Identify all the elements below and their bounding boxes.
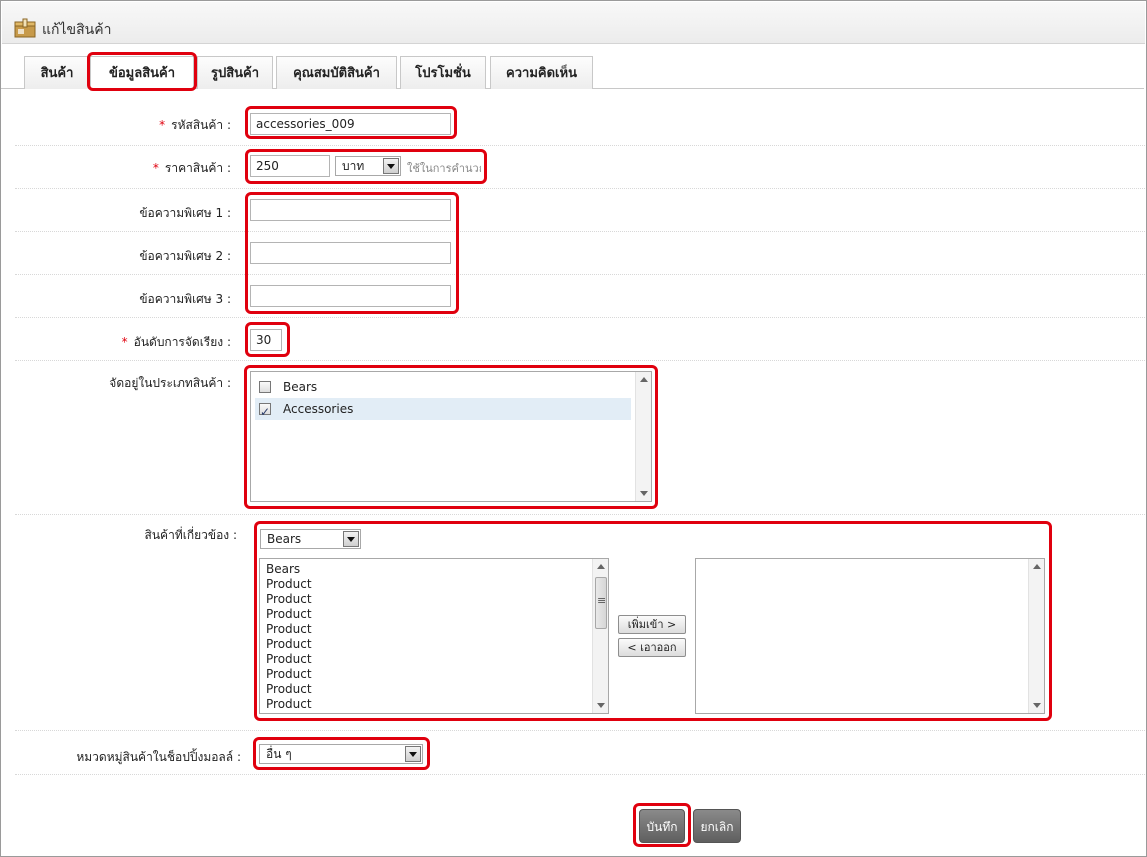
special3-label: ข้อความพิเศษ 3 : [139, 292, 231, 306]
divider [15, 188, 1145, 189]
categories-label: จัดอยู่ในประเภทสินค้า : [109, 376, 231, 390]
list-item[interactable]: Product [266, 622, 312, 637]
scroll-up-icon[interactable] [597, 564, 605, 569]
chevron-down-icon [405, 746, 421, 762]
list-item[interactable]: Product [266, 682, 312, 697]
category-name: Bears [283, 380, 318, 394]
edit-product-window: แก้ไขสินค้า สินค้า ข้อมูลสินค้า รูปสินค้… [0, 0, 1147, 857]
product-code-label-text: รหัสสินค้า : [171, 118, 231, 132]
scroll-thumb[interactable] [595, 577, 607, 629]
available-scrollbar[interactable] [592, 559, 608, 713]
list-item[interactable]: Bears [266, 562, 300, 577]
selected-scrollbar[interactable] [1028, 559, 1044, 713]
mall-category-select[interactable]: อื่น ๆ [259, 744, 423, 764]
remove-related-button[interactable]: < เอาออก [618, 638, 686, 657]
divider [15, 360, 1145, 361]
divider [15, 274, 1145, 275]
list-item[interactable]: Product [266, 592, 312, 607]
currency-select[interactable]: บาท [335, 156, 401, 176]
category-name: Accessories [283, 402, 354, 416]
box-icon [14, 18, 36, 38]
special2-label: ข้อความพิเศษ 2 : [139, 249, 231, 263]
required-mark: * [159, 118, 166, 132]
categories-scrollbar[interactable] [635, 372, 651, 501]
window-title: แก้ไขสินค้า [42, 22, 112, 38]
list-item[interactable]: Product [266, 577, 312, 592]
divider [15, 514, 1145, 515]
required-mark: * [121, 335, 128, 349]
price-input[interactable]: 250 [250, 155, 330, 177]
add-related-button[interactable]: เพิ่มเข้า > [618, 615, 686, 634]
related-filter-select[interactable]: Bears [260, 529, 361, 549]
sort-order-label-text: อันดับการจัดเรียง : [133, 335, 231, 349]
available-products-listbox[interactable]: Bears Product Product Product Product Pr… [259, 558, 609, 714]
sort-order-input[interactable]: 30 [250, 329, 282, 351]
product-code-input[interactable]: accessories_009 [250, 113, 451, 135]
cancel-button[interactable]: ยกเลิก [693, 809, 741, 843]
selected-products-listbox[interactable] [695, 558, 1045, 714]
category-item[interactable]: Bears [255, 376, 631, 398]
tab-product-images[interactable]: รูปสินค้า [197, 56, 273, 89]
tab-bar: สินค้า ข้อมูลสินค้า รูปสินค้า คุณสมบัติส… [1, 56, 1144, 90]
tab-comments[interactable]: ความคิดเห็น [490, 56, 593, 89]
scroll-up-icon[interactable] [1033, 564, 1041, 569]
divider [15, 317, 1145, 318]
list-item[interactable]: Product [266, 652, 312, 667]
required-mark: * [152, 161, 159, 175]
chevron-down-icon [343, 531, 359, 547]
divider [15, 145, 1145, 146]
tab-product-info[interactable]: ข้อมูลสินค้า [90, 56, 194, 90]
divider [15, 774, 1145, 775]
category-checkbox[interactable] [259, 381, 271, 393]
chevron-down-icon [383, 158, 399, 174]
special2-input[interactable] [250, 242, 451, 264]
list-item[interactable]: Product [266, 637, 312, 652]
tab-product-attributes[interactable]: คุณสมบัติสินค้า [276, 56, 397, 89]
mall-category-value: อื่น ๆ [266, 747, 292, 761]
tab-product[interactable]: สินค้า [24, 56, 90, 89]
category-item[interactable]: Accessories [255, 398, 631, 423]
currency-value: บาท [342, 159, 365, 173]
categories-listbox[interactable]: Bears Accessories [250, 371, 652, 502]
mall-category-label: หมวดหมู่สินค้าในช็อปปิ้งมอลล์ : [76, 750, 241, 764]
special3-input[interactable] [250, 285, 451, 307]
title-bar: แก้ไขสินค้า [2, 2, 1145, 44]
list-item[interactable]: Product [266, 697, 312, 712]
save-button[interactable]: บันทึก [639, 809, 685, 843]
scroll-down-icon[interactable] [1033, 703, 1041, 708]
product-code-label: * รหัสสินค้า : [41, 116, 231, 135]
related-filter-value: Bears [267, 532, 302, 546]
scroll-up-icon[interactable] [640, 377, 648, 382]
related-label: สินค้าที่เกี่ยวข้อง : [144, 528, 237, 542]
list-item[interactable]: Product [266, 607, 312, 622]
scroll-down-icon[interactable] [640, 491, 648, 496]
divider [15, 730, 1145, 731]
scroll-down-icon[interactable] [597, 703, 605, 708]
divider [15, 231, 1145, 232]
sort-order-label: * อันดับการจัดเรียง : [41, 333, 231, 352]
category-checkbox[interactable] [259, 401, 271, 423]
tab-promotion[interactable]: โปรโมชั่น [400, 56, 486, 89]
special1-label: ข้อความพิเศษ 1 : [139, 206, 231, 220]
price-label: * ราคาสินค้า : [41, 159, 231, 178]
price-hint: ใช้ในการคำนวณ [407, 162, 481, 175]
price-label-text: ราคาสินค้า : [164, 161, 231, 175]
list-item[interactable]: Product [266, 667, 312, 682]
special1-input[interactable] [250, 199, 451, 221]
